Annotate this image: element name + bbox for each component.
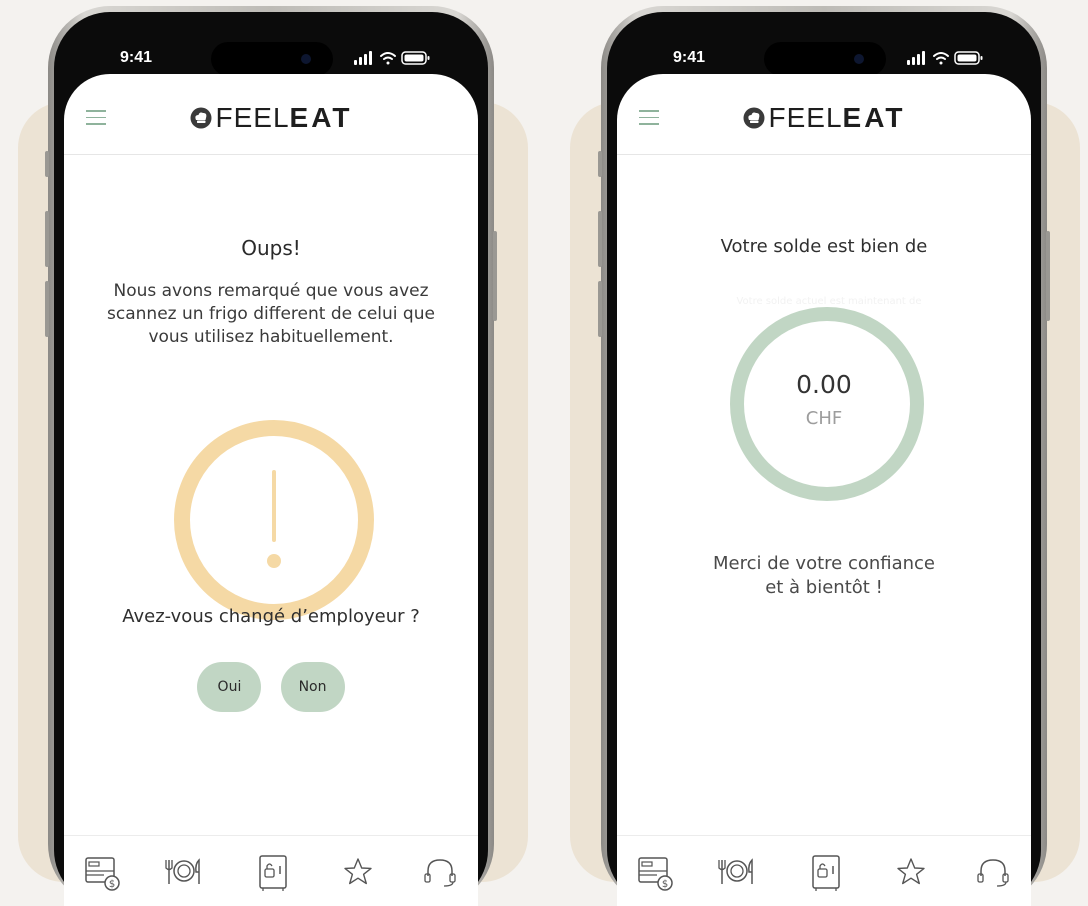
brand-light: FEEL: [768, 102, 843, 133]
status-time: 9:41: [120, 49, 153, 66]
page-title: Votre solde est bien de: [720, 236, 928, 257]
brand-logo: FEELEAT: [617, 102, 1031, 134]
thanks-line-2: et à bientôt !: [765, 577, 883, 598]
phone-bezel: 9:41: [607, 12, 1041, 906]
power-button: [493, 231, 497, 321]
volume-down-button: [45, 281, 49, 337]
dynamic-island: [764, 42, 886, 76]
thanks-message: Merci de votre confiance et à bientôt !: [617, 552, 1031, 600]
fork-plate-knife-icon[interactable]: [164, 852, 204, 892]
status-icons: [354, 51, 430, 65]
status-icons: [907, 51, 983, 65]
yes-button[interactable]: Oui: [197, 662, 262, 712]
battery-icon: [401, 51, 430, 65]
star-icon[interactable]: [891, 852, 931, 892]
balance-content: Votre solde est bien de Votre solde actu…: [617, 154, 1031, 836]
camera-icon: [854, 54, 864, 64]
fridge-lock-icon[interactable]: [807, 852, 847, 892]
svg-text:$: $: [109, 879, 115, 890]
volume-down-button: [598, 281, 602, 337]
headset-icon[interactable]: [420, 852, 460, 892]
page-title: Oups!: [241, 236, 301, 260]
wifi-icon: [380, 52, 396, 65]
volume-up-button: [45, 211, 49, 267]
card-dollar-icon[interactable]: $: [635, 852, 675, 892]
exclamation-circle-icon: [174, 420, 374, 620]
app-header: FEELEAT: [64, 74, 478, 155]
signal-icon: [907, 51, 925, 65]
phone-left: 9:41 FEELEAT Oups! Nous avons remarqué q…: [45, 6, 497, 906]
side-button: [598, 151, 602, 177]
card-dollar-icon[interactable]: $: [82, 852, 122, 892]
volume-up-button: [598, 211, 602, 267]
phone-bezel: 9:41: [54, 12, 488, 906]
tab-bar: $: [64, 835, 478, 906]
app-screen-balance: FEELEAT Votre solde est bien de Votre so…: [617, 74, 1031, 906]
wifi-icon: [933, 52, 949, 65]
camera-icon: [301, 54, 311, 64]
headset-icon[interactable]: [973, 852, 1013, 892]
chef-hat-icon: [190, 107, 212, 129]
choice-buttons: Oui Non: [64, 662, 478, 712]
balance-currency: CHF: [805, 408, 843, 429]
tab-bar: $: [617, 835, 1031, 906]
balance-amount: 0.00: [796, 370, 852, 399]
employer-question: Avez-vous changé d’employeur ?: [122, 606, 420, 627]
status-time: 9:41: [673, 49, 706, 66]
no-button[interactable]: Non: [280, 662, 345, 712]
signal-icon: [354, 51, 372, 65]
app-screen-warning: FEELEAT Oups! Nous avons remarqué que vo…: [64, 74, 478, 906]
status-bar: 9:41: [54, 12, 488, 78]
app-header: FEELEAT: [617, 74, 1031, 155]
brand-bold: EAT: [842, 102, 906, 133]
warning-message: Nous avons remarqué que vous avez scanne…: [107, 281, 435, 347]
fridge-lock-icon[interactable]: [254, 852, 294, 892]
chef-hat-icon: [743, 107, 765, 129]
brand-light: FEEL: [215, 102, 290, 133]
brand-logo: FEELEAT: [64, 102, 478, 134]
battery-icon: [954, 51, 983, 65]
star-icon[interactable]: [338, 852, 378, 892]
svg-text:$: $: [662, 879, 668, 890]
brand-bold: EAT: [289, 102, 353, 133]
phone-right: 9:41 FEELEAT Votre solde est bien de Vot…: [598, 6, 1050, 906]
thanks-line-1: Merci de votre confiance: [712, 553, 936, 574]
balance-ring: [730, 307, 924, 501]
side-button: [45, 151, 49, 177]
status-bar: 9:41: [607, 12, 1041, 78]
power-button: [1046, 231, 1050, 321]
warning-content: Oups! Nous avons remarqué que vous avez …: [64, 154, 478, 836]
fork-plate-knife-icon[interactable]: [717, 852, 757, 892]
dynamic-island: [211, 42, 333, 76]
